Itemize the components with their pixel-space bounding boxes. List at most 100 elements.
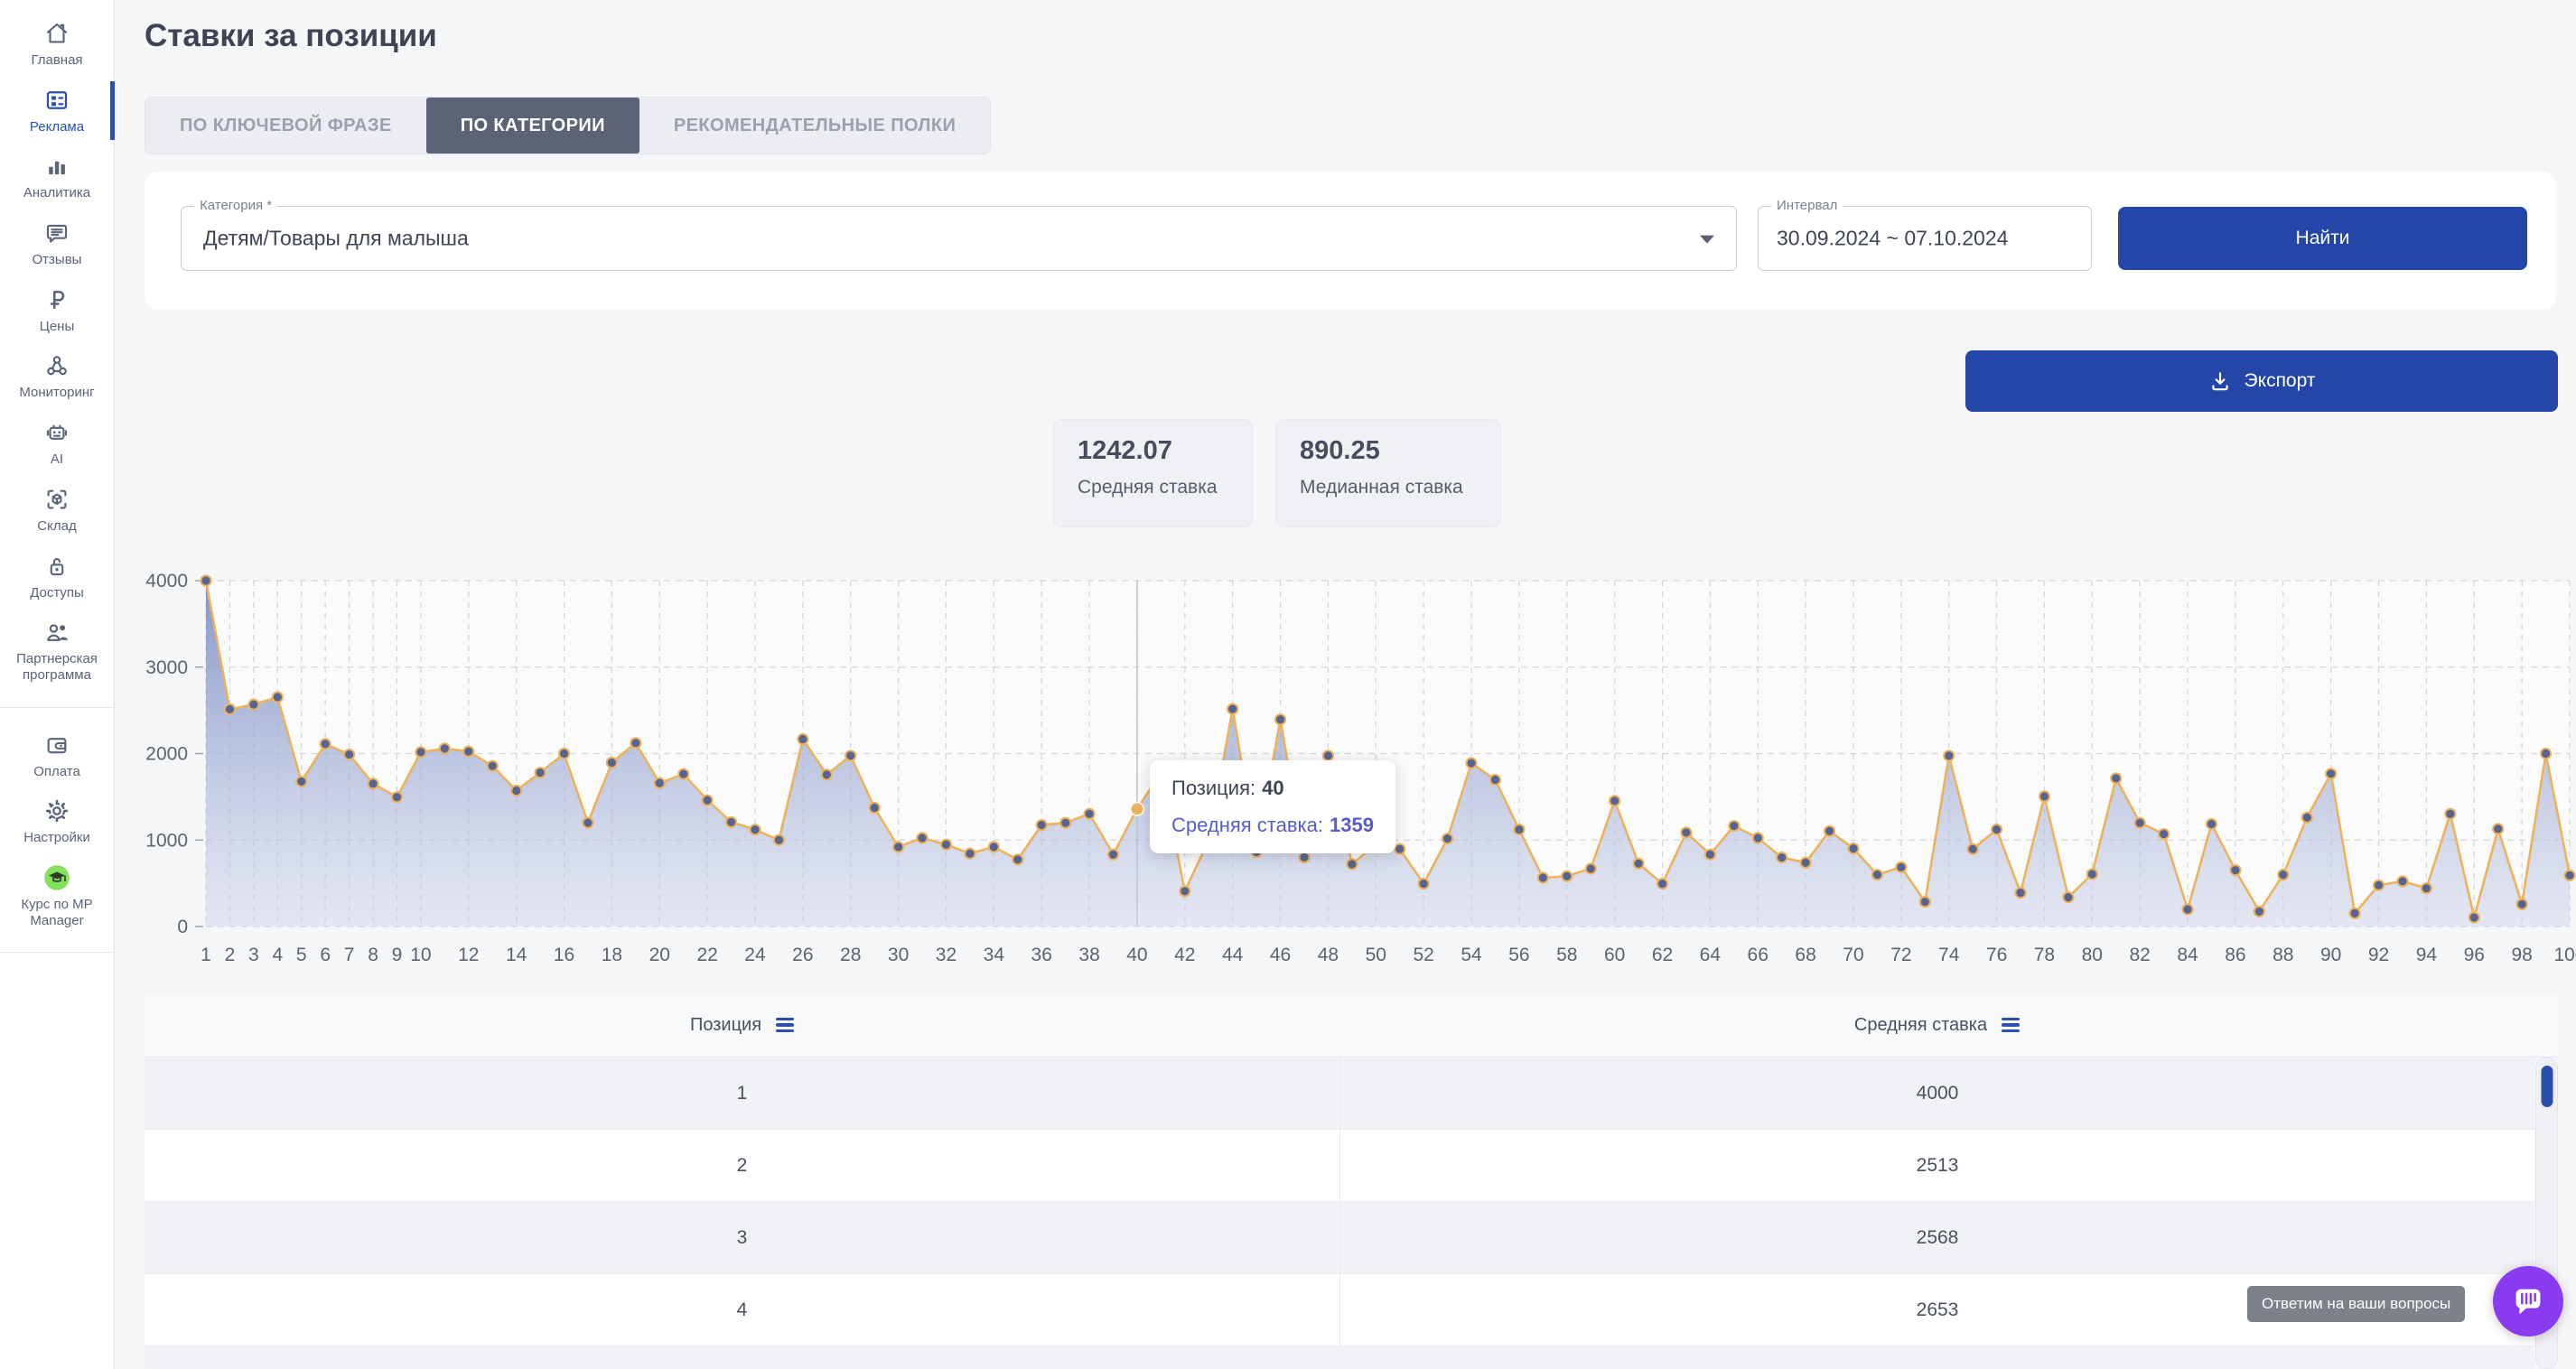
download-icon: [2208, 369, 2232, 393]
sidebar-divider: [0, 952, 114, 953]
chat-bubble-icon: [2507, 1281, 2549, 1322]
svg-text:56: 56: [1508, 945, 1529, 965]
sidebar-item-warehouse[interactable]: Склад: [0, 477, 114, 544]
svg-text:26: 26: [792, 945, 813, 965]
access-icon: [43, 553, 70, 580]
export-label: Экспорт: [2245, 370, 2316, 392]
svg-text:76: 76: [1986, 945, 2007, 965]
sidebar-item-label: Аналитика: [23, 185, 90, 201]
category-select[interactable]: Категория * Детям/Товары для малыша: [181, 206, 1737, 271]
cell-avg-bid: 4000: [1339, 1057, 2534, 1129]
sidebar-item-home[interactable]: Главная: [0, 11, 114, 78]
svg-text:92: 92: [2368, 945, 2389, 965]
svg-text:20: 20: [649, 945, 670, 965]
chevron-down-icon[interactable]: [1700, 236, 1714, 244]
sidebar-item-reviews[interactable]: Отзывы: [0, 210, 114, 277]
svg-text:36: 36: [1031, 945, 1052, 965]
tooltip-position-row: Позиция:40: [1171, 777, 1374, 800]
sidebar-item-monitoring[interactable]: Мониторинг: [0, 343, 114, 410]
svg-text:52: 52: [1413, 945, 1433, 965]
column-header-position[interactable]: Позиция: [145, 993, 1339, 1057]
svg-text:64: 64: [1700, 945, 1722, 965]
table-row: 32568: [145, 1202, 2534, 1274]
payment-icon: [43, 731, 70, 759]
cell-position: 1: [145, 1057, 1339, 1129]
tab-2[interactable]: РЕКОМЕНДАТЕЛЬНЫЕ ПОЛКИ: [639, 98, 990, 154]
interval-value: 30.09.2024 ~ 07.10.2024: [1777, 227, 2008, 251]
sidebar-item-access[interactable]: Доступы: [0, 544, 114, 610]
tooltip-value-row: Средняя ставка:1359: [1171, 814, 1374, 837]
sidebar-item-label: Партнерская программа: [6, 651, 107, 683]
svg-text:9: 9: [392, 945, 403, 965]
svg-text:100: 100: [2553, 945, 2576, 965]
sidebar-item-payment[interactable]: Оплата: [0, 722, 114, 789]
scrollbar-thumb[interactable]: [2541, 1066, 2553, 1107]
bids-chart[interactable]: 0100020003000400012345678910121416182022…: [131, 569, 2576, 980]
sidebar-item-label: Курс по MP Manager: [6, 897, 107, 928]
monitoring-icon: [43, 352, 70, 379]
svg-text:6: 6: [320, 945, 331, 965]
home-icon: [43, 20, 70, 47]
chart-tooltip: Позиция:40 Средняя ставка:1359: [1150, 760, 1395, 853]
sidebar-item-ads[interactable]: Реклама: [0, 78, 114, 144]
column-header-avg-bid[interactable]: Средняя ставка: [1339, 993, 2534, 1057]
export-button[interactable]: Экспорт: [1965, 350, 2558, 412]
chat-tooltip: Ответим на ваши вопросы: [2247, 1286, 2465, 1322]
sidebar-divider: [0, 707, 114, 708]
svg-text:5: 5: [296, 945, 307, 965]
stat-label: Медианная ставка: [1300, 477, 1477, 498]
sidebar-item-analytics[interactable]: Аналитика: [0, 144, 114, 210]
sidebar-item-prices[interactable]: Цены: [0, 277, 114, 344]
cell-position: 3: [145, 1202, 1339, 1273]
stat-value: 890.25: [1300, 436, 1477, 466]
sidebar-item-label: Настройки: [23, 830, 90, 846]
column-menu-icon[interactable]: [2002, 1015, 2020, 1035]
stat-value: 1242.07: [1078, 436, 1228, 466]
sidebar-item-course[interactable]: Курс по MP Manager: [0, 855, 114, 937]
stat-label: Средняя ставка: [1078, 477, 1228, 498]
tab-1[interactable]: ПО КАТЕГОРИИ: [426, 98, 639, 154]
page-title: Ставки за позиции: [145, 18, 437, 54]
stat-card-average: 1242.07 Средняя ставка: [1053, 419, 1253, 527]
cell-avg-bid: 2513: [1339, 1130, 2534, 1201]
cell-avg-bid: 2568: [1339, 1202, 2534, 1273]
svg-text:50: 50: [1366, 945, 1386, 965]
svg-text:40: 40: [1126, 945, 1147, 965]
svg-text:4000: 4000: [145, 571, 188, 591]
interval-input[interactable]: Интервал 30.09.2024 ~ 07.10.2024: [1758, 206, 2092, 271]
column-menu-icon[interactable]: [776, 1015, 794, 1035]
ads-icon: [43, 87, 70, 114]
tab-0[interactable]: ПО КЛЮЧЕВОЙ ФРАЗЕ: [145, 98, 426, 154]
svg-text:14: 14: [506, 945, 527, 965]
sidebar-item-label: Доступы: [30, 585, 84, 601]
sidebar-item-ai[interactable]: AI: [0, 410, 114, 477]
interval-label: Интервал: [1771, 198, 1843, 213]
sidebar-item-settings[interactable]: Настройки: [0, 788, 114, 855]
reviews-icon: [43, 219, 70, 247]
partner-icon: [43, 619, 70, 646]
svg-text:48: 48: [1318, 945, 1339, 965]
svg-text:34: 34: [984, 945, 1005, 965]
svg-text:86: 86: [2225, 945, 2245, 965]
svg-text:82: 82: [2130, 945, 2151, 965]
table-row: 42653: [145, 1274, 2534, 1346]
settings-icon: [43, 797, 70, 824]
svg-text:30: 30: [888, 945, 909, 965]
svg-text:8: 8: [368, 945, 378, 965]
svg-text:0: 0: [177, 917, 188, 937]
svg-text:98: 98: [2511, 945, 2532, 965]
svg-text:66: 66: [1748, 945, 1769, 965]
sidebar-item-label: Реклама: [30, 119, 84, 135]
chat-button[interactable]: [2493, 1266, 2563, 1336]
svg-text:24: 24: [744, 945, 766, 965]
sidebar-item-label: AI: [51, 452, 63, 468]
table-header: Позиция Средняя ставка: [145, 993, 2558, 1057]
filter-card: Категория * Детям/Товары для малыша Инте…: [145, 172, 2556, 310]
svg-text:84: 84: [2177, 945, 2198, 965]
warehouse-icon: [43, 486, 70, 513]
sidebar-item-partner[interactable]: Партнерская программа: [0, 610, 114, 692]
svg-text:3: 3: [248, 945, 259, 965]
table-row: 14000: [145, 1057, 2534, 1130]
svg-text:42: 42: [1174, 945, 1195, 965]
search-button[interactable]: Найти: [2118, 207, 2527, 270]
